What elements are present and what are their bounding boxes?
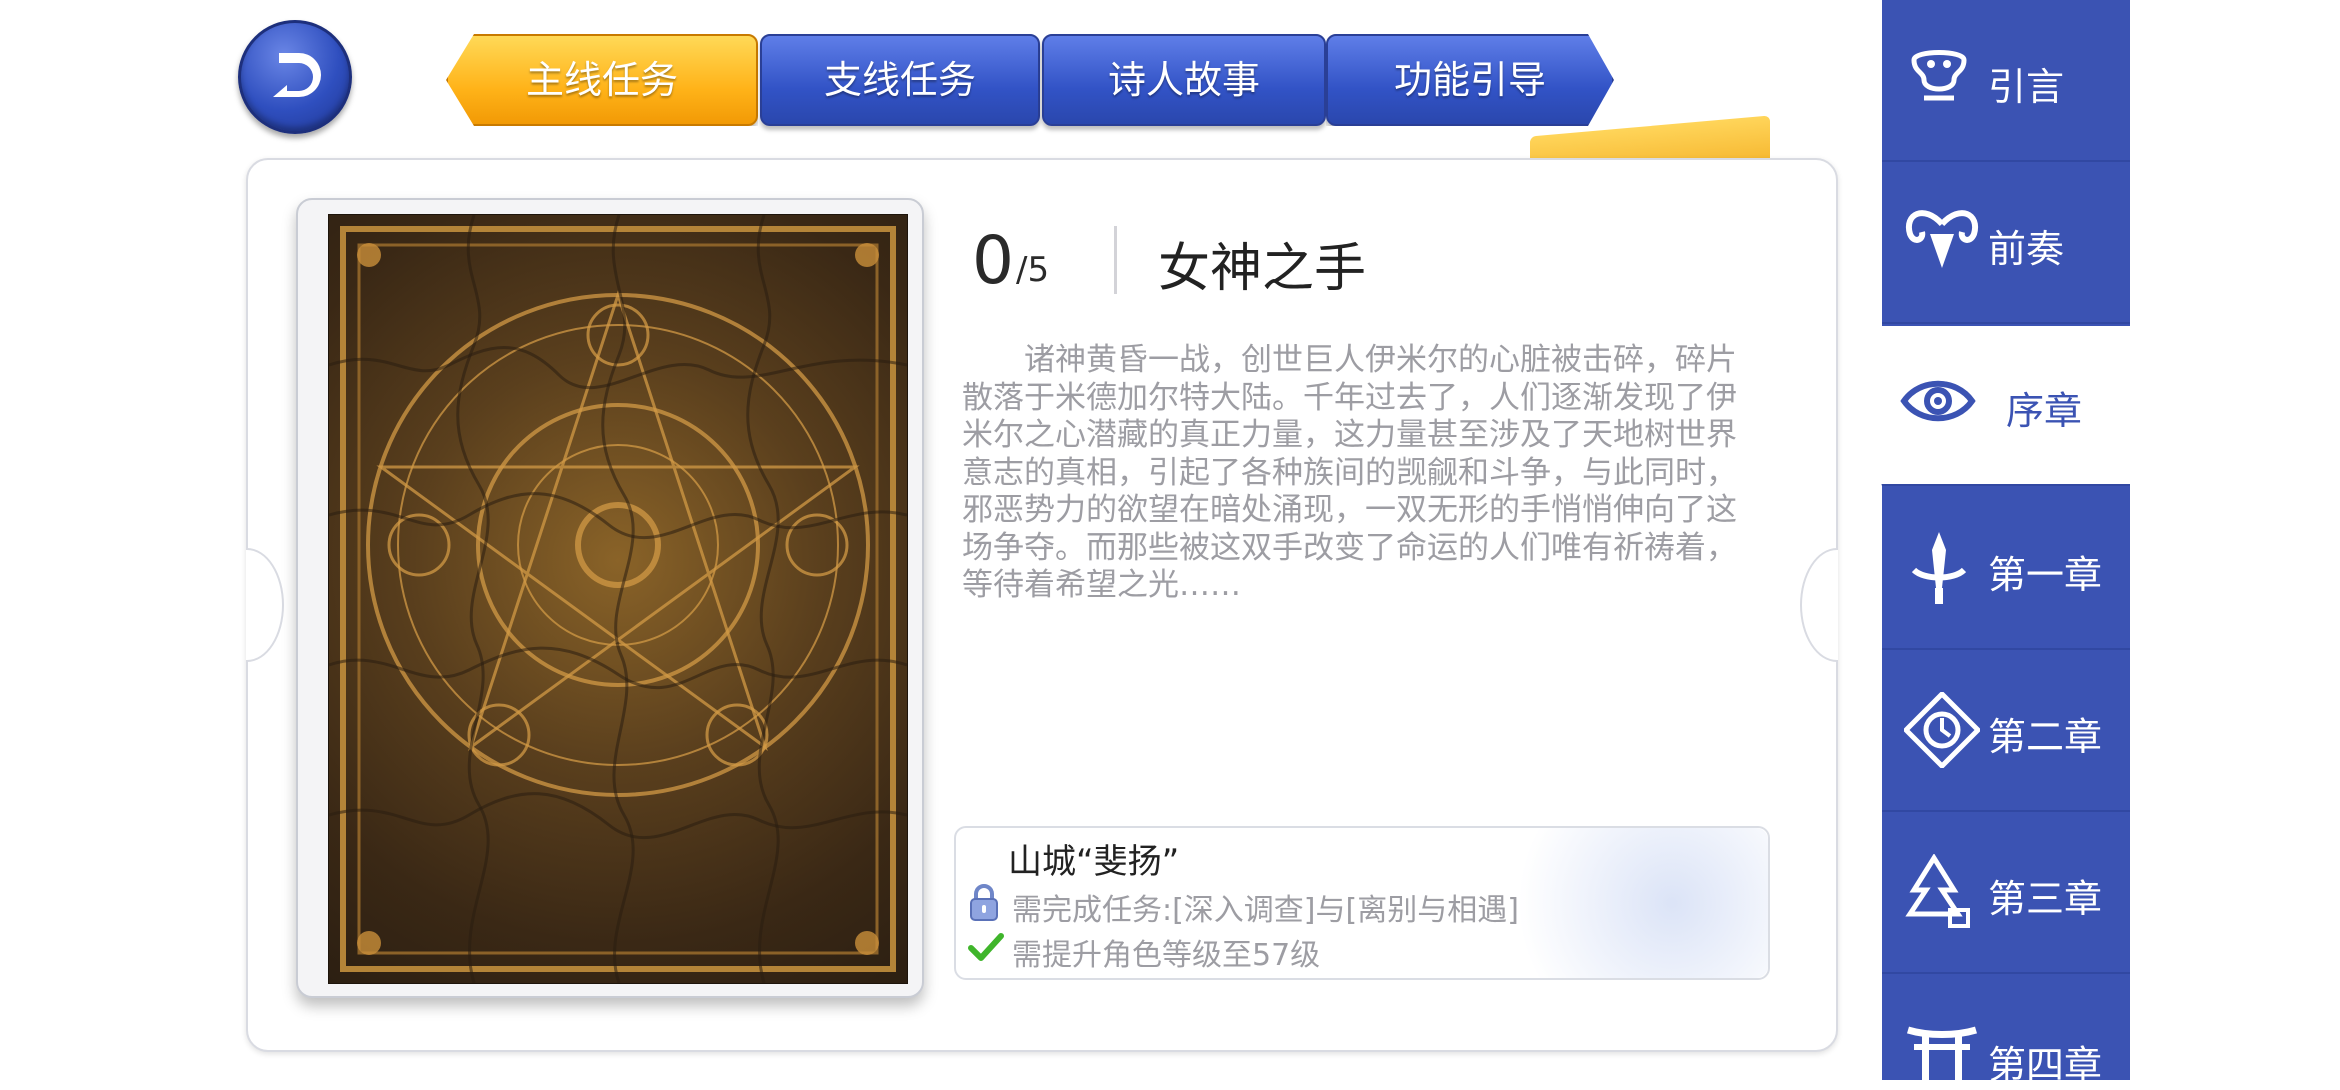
- back-arrow-icon: [273, 53, 321, 97]
- tab-feature-guide[interactable]: 功能引导: [1326, 34, 1614, 126]
- back-button[interactable]: [238, 20, 352, 134]
- chapter-label-chapter-4: 第四章: [1988, 1043, 2103, 1087]
- chapter-label-chapter-2: 第二章: [1988, 715, 2103, 759]
- chapter-label-intro: 引言: [1988, 65, 2065, 109]
- requirement-level: 需提升角色等级至57级: [1012, 938, 1321, 973]
- sword-icon: [1911, 532, 1967, 604]
- chapter-item-chapter-3[interactable]: 第三章: [1882, 814, 2130, 974]
- requirement-quests: 需完成任务:[深入调查]与[离别与相遇]: [1012, 893, 1519, 928]
- chapter-label-prologue: 序章: [2006, 389, 2083, 433]
- chapter-label-prelude: 前奏: [1988, 227, 2065, 271]
- chapter-item-chapter-4[interactable]: 第四章: [1882, 976, 2130, 1090]
- title-divider: [1114, 226, 1117, 294]
- panel-notch-left: [246, 548, 284, 662]
- tab-side-quest[interactable]: 支线任务: [760, 34, 1040, 126]
- panel-notch-right: [1800, 548, 1838, 662]
- unlock-location: 山城“斐扬”: [1008, 842, 1180, 882]
- chapter-item-chapter-1[interactable]: 第一章: [1882, 490, 2130, 650]
- lock-icon: [970, 884, 998, 921]
- puzzle-card-image[interactable]: [328, 214, 908, 984]
- chapter-label-chapter-1: 第一章: [1988, 553, 2103, 597]
- tab-poet-story[interactable]: 诗人故事: [1042, 34, 1326, 126]
- tree-icon: [1905, 854, 1970, 928]
- chapter-item-intro[interactable]: 引言: [1882, 2, 2130, 162]
- progress-current: 0: [972, 222, 1014, 299]
- chapter-item-chapter-2[interactable]: 第二章: [1882, 652, 2130, 812]
- card-title: 女神之手: [1158, 239, 1367, 299]
- chapter-item-prologue[interactable]: 序章: [1860, 326, 2130, 486]
- eye-icon: [1900, 380, 1976, 422]
- story-description: 诸神黄昏一战，创世巨人伊米尔的心脏被击碎，碎片散落于米德加尔特大陆。千年过去了，…: [962, 342, 1737, 603]
- ram-icon: [1905, 210, 1979, 268]
- progress-total: /5: [1016, 250, 1050, 290]
- tab-main-quest[interactable]: 主线任务: [446, 34, 758, 126]
- magic-circle-icon: [328, 214, 908, 984]
- compass-icon: [1904, 692, 1980, 768]
- chapter-item-prelude[interactable]: 前奏: [1882, 164, 2130, 324]
- mask-icon: [1911, 50, 1967, 101]
- check-icon: [968, 933, 1004, 961]
- chapter-label-chapter-3: 第三章: [1988, 877, 2103, 921]
